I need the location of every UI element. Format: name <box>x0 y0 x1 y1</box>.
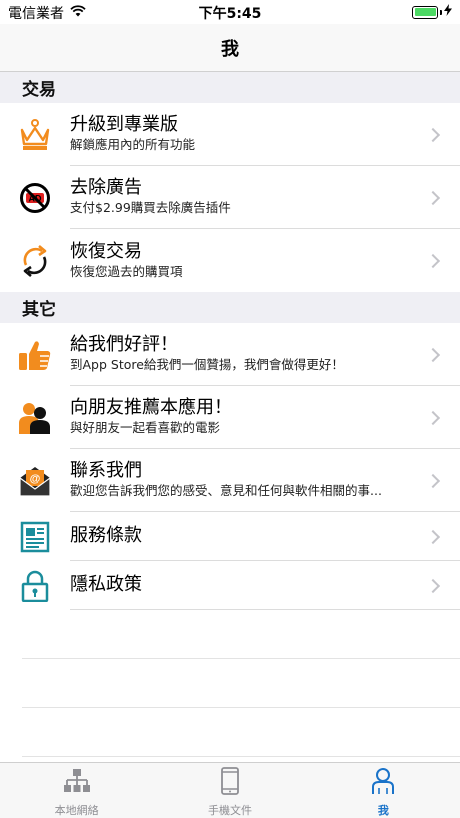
row-title: 恢復交易 <box>70 240 142 262</box>
navigation-bar: 我 <box>0 24 460 72</box>
tab-label: 我 <box>377 804 389 817</box>
tab-local-network[interactable]: 本地網絡 <box>0 763 153 818</box>
empty-row <box>22 610 460 659</box>
restore-icon <box>0 229 70 292</box>
row-privacy-policy[interactable]: 隱私政策 <box>0 561 460 610</box>
status-time: 下午5:45 <box>198 6 262 22</box>
row-title: 向朋友推薦本應用！ <box>70 397 232 418</box>
mail-icon: @ <box>0 449 70 512</box>
tab-label: 手機文件 <box>207 804 252 817</box>
row-subtitle: 恢復您過去的購買項 <box>70 263 183 279</box>
status-right <box>412 4 452 20</box>
row-remove-ads[interactable]: AD 去除廣告 支付$2.99購買去除廣告插件 <box>0 166 460 229</box>
row-subtitle: 與好朋友一起看喜歡的電影 <box>70 420 221 435</box>
section-header-other: 其它 <box>0 292 460 323</box>
row-subtitle: 歡迎您告訴我們您的感受、意見和任何與軟件相關的事... <box>70 483 382 498</box>
friends-icon <box>0 386 70 449</box>
row-title: 升級到專業版 <box>70 114 178 135</box>
empty-row <box>22 659 460 708</box>
crown-icon <box>0 103 70 166</box>
document-icon <box>0 512 70 561</box>
row-title: 服務條款 <box>70 525 142 546</box>
thumbs-up-icon <box>0 323 70 386</box>
row-title: 聯系我們 <box>70 460 142 481</box>
person-icon <box>369 767 397 799</box>
phone-icon <box>216 767 244 799</box>
row-subtitle: 支付$2.99購買去除廣告插件 <box>70 200 231 215</box>
row-subtitle: 解鎖應用內的所有功能 <box>70 137 196 152</box>
tab-bar: 本地網絡 手機文件 我 <box>0 762 460 818</box>
tab-me[interactable]: 我 <box>307 763 460 818</box>
section-header-transactions: 交易 <box>0 72 460 103</box>
row-terms-of-service[interactable]: 服務條款 <box>0 512 460 561</box>
svg-text:@: @ <box>30 473 41 485</box>
battery-icon <box>412 5 438 19</box>
empty-row <box>22 708 460 757</box>
page-title: 我 <box>221 38 239 60</box>
network-icon <box>63 767 91 799</box>
status-bar: 電信業者 下午5:45 <box>0 0 460 24</box>
settings-list[interactable]: 交易 升級到專業版 解鎖應用內的所有功能 AD 去除廣告 支付$2.9 <box>0 72 460 762</box>
row-title: 去除廣告 <box>70 177 142 198</box>
row-subtitle: 到App Store給我們一個贊揚，我們會做得更好！ <box>70 357 344 372</box>
tab-phone-files[interactable]: 手機文件 <box>153 763 306 818</box>
tab-label: 本地網絡 <box>54 804 99 817</box>
row-recommend-friends[interactable]: 向朋友推薦本應用！ 與好朋友一起看喜歡的電影 <box>0 386 460 449</box>
charging-icon <box>444 4 452 20</box>
no-ads-icon: AD <box>0 166 70 229</box>
row-contact-us[interactable]: @ 聯系我們 歡迎您告訴我們您的感受、意見和任何與軟件相關的事... <box>0 449 460 512</box>
row-rate-us[interactable]: 給我們好評！ 到App Store給我們一個贊揚，我們會做得更好！ <box>0 323 460 386</box>
row-title: 給我們好評！ <box>70 334 178 355</box>
lock-icon <box>0 561 70 610</box>
row-title: 隱私政策 <box>70 574 142 595</box>
row-upgrade-pro[interactable]: 升級到專業版 解鎖應用內的所有功能 <box>0 103 460 166</box>
row-restore-purchases[interactable]: 恢復交易 恢復您過去的購買項 <box>0 229 460 292</box>
